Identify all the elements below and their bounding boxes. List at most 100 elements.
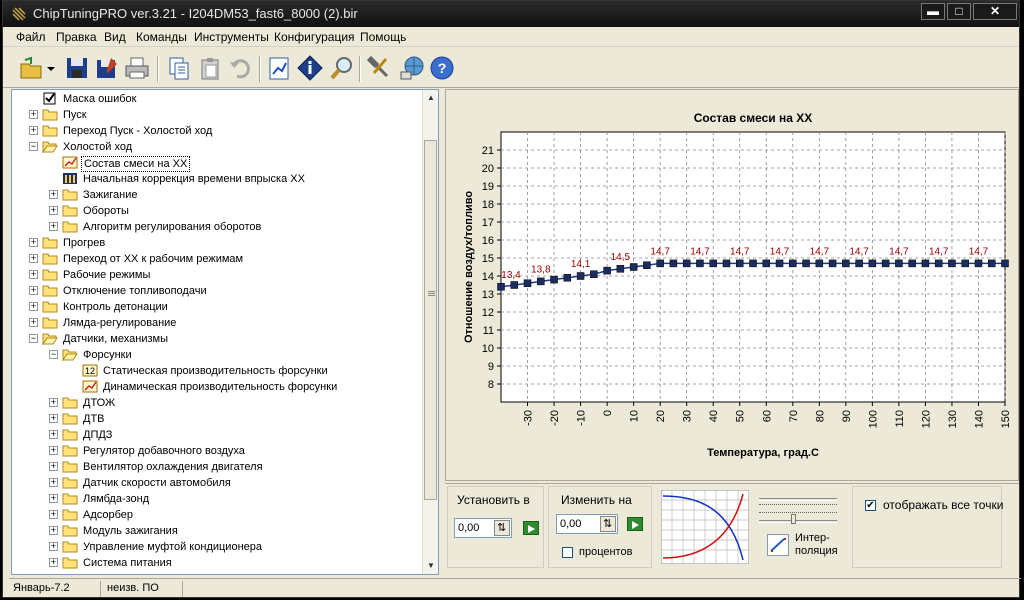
tree-item[interactable]: + Модуль зажигания: [12, 523, 422, 539]
data-point[interactable]: [669, 259, 678, 268]
data-point[interactable]: [828, 259, 837, 268]
expand-icon[interactable]: +: [29, 238, 38, 247]
tree-item[interactable]: + Адсорбер: [12, 507, 422, 523]
data-point[interactable]: [603, 266, 611, 275]
tree-item[interactable]: + Датчик скорости автомобиля: [12, 475, 422, 491]
tree-scrollbar[interactable]: ▲ ▼: [422, 90, 438, 574]
copy-icon[interactable]: [165, 54, 193, 82]
title-bar[interactable]: ChipTuningPRO ver.3.21 - I204DM53_fast6_…: [3, 1, 1019, 27]
data-point[interactable]: [974, 259, 983, 268]
tree-item[interactable]: + Переход Пуск - Холостой ход: [12, 123, 422, 139]
print-icon[interactable]: [123, 54, 151, 82]
expand-icon[interactable]: +: [29, 302, 38, 311]
set-value-input[interactable]: 0,00 ⇅: [454, 518, 512, 538]
slider-thumb[interactable]: [791, 514, 796, 524]
slider-track-bottom[interactable]: [759, 520, 837, 523]
tree-item[interactable]: + ДТОЖ: [12, 395, 422, 411]
data-point[interactable]: [948, 259, 956, 268]
data-point[interactable]: [961, 259, 969, 268]
open-icon[interactable]: [17, 54, 45, 82]
data-point[interactable]: [987, 259, 996, 268]
data-point[interactable]: [802, 259, 810, 268]
expand-icon[interactable]: +: [29, 126, 38, 135]
set-spin-button[interactable]: ⇅: [494, 520, 510, 536]
tree-item[interactable]: + Регулятор добавочного воздуха: [12, 443, 422, 459]
expand-icon[interactable]: +: [29, 254, 38, 263]
menu-commands[interactable]: Команды: [136, 30, 187, 44]
data-point[interactable]: [696, 259, 704, 268]
data-point[interactable]: [523, 279, 532, 287]
change-value-input[interactable]: 0,00 ⇅: [556, 514, 618, 534]
scroll-thumb[interactable]: [424, 140, 437, 500]
data-point[interactable]: [762, 259, 771, 268]
collapse-icon[interactable]: −: [29, 142, 38, 151]
data-point[interactable]: [868, 259, 877, 268]
paste-icon[interactable]: [197, 54, 225, 82]
data-point[interactable]: [709, 259, 717, 268]
data-point[interactable]: [616, 265, 625, 273]
change-spin-button[interactable]: ⇅: [600, 516, 616, 532]
expand-icon[interactable]: +: [49, 222, 58, 231]
scroll-down-arrow[interactable]: ▼: [423, 558, 438, 574]
dropdown-arrow-icon[interactable]: [45, 54, 57, 82]
expand-icon[interactable]: +: [49, 494, 58, 503]
data-point[interactable]: [908, 259, 916, 268]
chart-svg[interactable]: -30 -20 -10 0 10 20 30 40 50 60 70 80 90 100 110 120 130…: [446, 90, 1018, 480]
expand-icon[interactable]: +: [49, 526, 58, 535]
data-point[interactable]: [576, 272, 585, 280]
tree-item[interactable]: 12 Статическая производительность форсунк…: [12, 363, 422, 379]
expand-icon[interactable]: +: [49, 510, 58, 519]
collapse-icon[interactable]: −: [49, 350, 58, 359]
save-icon[interactable]: [63, 54, 91, 82]
percent-checkbox[interactable]: [562, 547, 573, 558]
tree-item[interactable]: + Зажигание: [12, 187, 422, 203]
expand-icon[interactable]: +: [29, 270, 38, 279]
collapse-icon[interactable]: −: [29, 334, 38, 343]
menu-view[interactable]: Вид: [104, 30, 126, 44]
minimize-button[interactable]: ▬: [921, 3, 945, 20]
tools-icon[interactable]: [365, 54, 393, 82]
menu-edit[interactable]: Правка: [56, 30, 97, 44]
expand-icon[interactable]: +: [49, 430, 58, 439]
data-point[interactable]: [735, 259, 744, 268]
expand-icon[interactable]: +: [49, 542, 58, 551]
tree-item[interactable]: + Лямда-регулирование: [12, 315, 422, 331]
scroll-up-arrow[interactable]: ▲: [423, 90, 438, 106]
tree-item[interactable]: + Пуск: [12, 107, 422, 123]
data-point[interactable]: [643, 261, 651, 269]
tree-item[interactable]: + Прогрев: [12, 235, 422, 251]
tree-item[interactable]: + Переход от ХХ к рабочим режимам: [12, 251, 422, 267]
data-point[interactable]: [590, 270, 598, 278]
expand-icon[interactable]: +: [29, 110, 38, 119]
tree-item[interactable]: + Обороты: [12, 203, 422, 219]
data-point[interactable]: [855, 259, 863, 268]
expand-icon[interactable]: +: [49, 478, 58, 487]
menu-help[interactable]: Помощь: [360, 30, 406, 44]
data-point[interactable]: [921, 259, 930, 268]
network-icon[interactable]: [398, 54, 426, 82]
undo-icon[interactable]: [227, 54, 255, 82]
data-point[interactable]: [934, 259, 943, 268]
map-editor-icon[interactable]: [265, 54, 293, 82]
data-point[interactable]: [775, 259, 784, 268]
expand-icon[interactable]: +: [49, 190, 58, 199]
parameter-tree[interactable]: Маска ошибок + Пуск + Переход Пуск - Холосто…: [11, 89, 439, 575]
data-point[interactable]: [550, 275, 558, 284]
expand-icon[interactable]: +: [49, 558, 58, 567]
tree-item[interactable]: Начальная коррекция времени впрыска ХХ: [12, 171, 422, 187]
tree-item[interactable]: + Отключение топливоподачи: [12, 283, 422, 299]
tree-item[interactable]: Состав смеси на ХХ: [12, 155, 422, 172]
tree-item[interactable]: − Датчики, механизмы: [12, 331, 422, 347]
expand-icon[interactable]: +: [29, 318, 38, 327]
menu-tools[interactable]: Инструменты: [194, 30, 269, 44]
expand-icon[interactable]: +: [49, 414, 58, 423]
data-point[interactable]: [682, 259, 691, 268]
data-point[interactable]: [895, 259, 903, 268]
close-button[interactable]: ✕: [973, 3, 1017, 20]
tree-item[interactable]: − Холостой ход: [12, 139, 422, 155]
data-point[interactable]: [881, 259, 890, 268]
expand-icon[interactable]: +: [49, 446, 58, 455]
change-apply-button[interactable]: [627, 517, 643, 531]
interpolation-button[interactable]: [767, 534, 789, 556]
data-point[interactable]: [656, 259, 664, 268]
